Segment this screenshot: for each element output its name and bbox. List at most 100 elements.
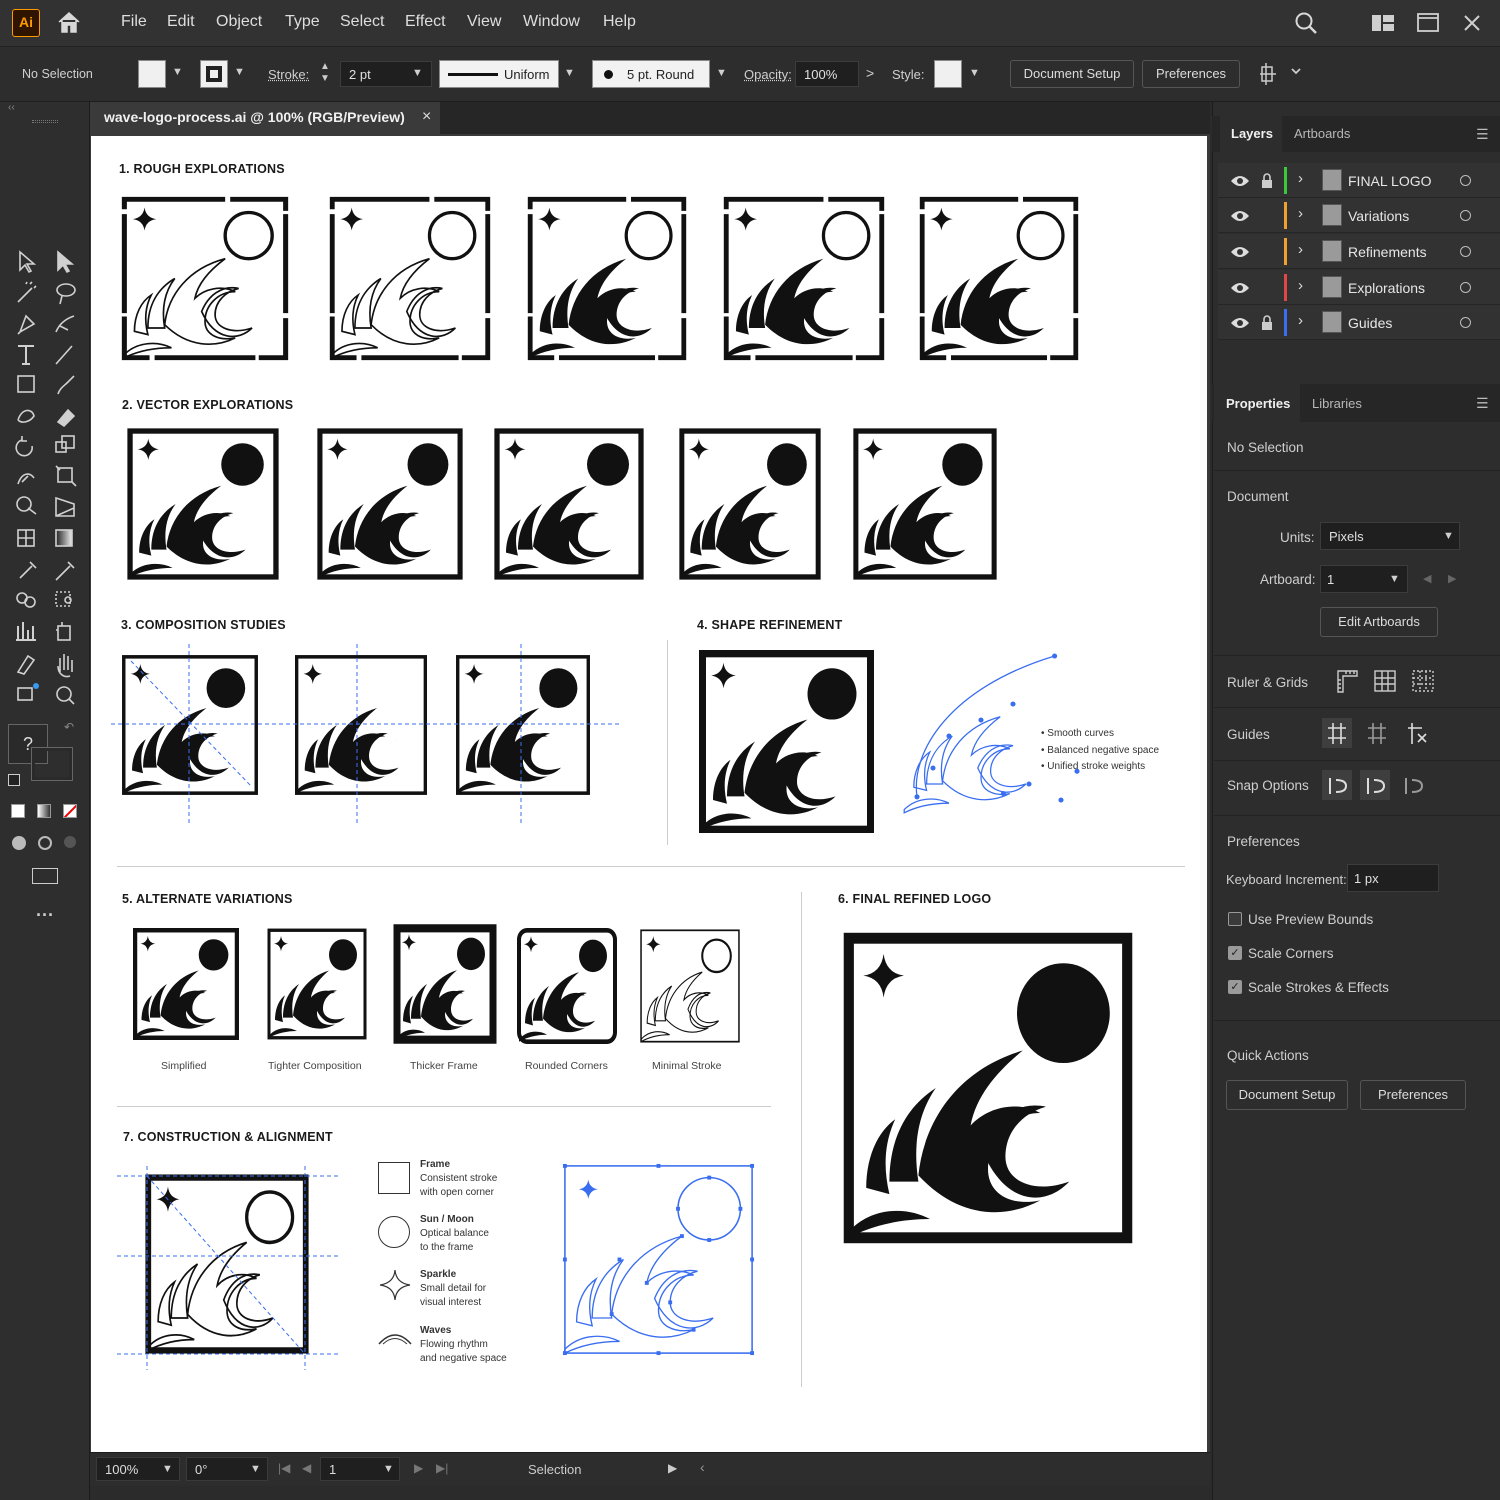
menu-effect[interactable]: Effect <box>405 13 446 31</box>
draw-normal-icon[interactable] <box>12 836 26 850</box>
stroke-stepper-icon[interactable]: ▲ ▼ <box>320 61 330 85</box>
close-icon[interactable] <box>1463 14 1481 35</box>
brush-definition-dropdown[interactable]: 5 pt. Round <box>592 60 710 88</box>
eye-icon[interactable] <box>1230 209 1250 223</box>
status-play-icon[interactable]: ▶ <box>668 1461 677 1475</box>
panel-menu-icon[interactable]: ☰ <box>1476 126 1489 143</box>
tab-properties[interactable]: Properties <box>1226 396 1290 411</box>
artboard-chevron-icon[interactable]: ▼ <box>383 1463 394 1475</box>
edit-artboards-button[interactable]: Edit Artboards <box>1320 607 1438 637</box>
menu-edit[interactable]: Edit <box>167 13 195 31</box>
window-icon[interactable] <box>1417 13 1439 36</box>
layer-row-explorations[interactable]: › Explorations <box>1218 270 1500 305</box>
zoom-chevron-icon[interactable]: ▼ <box>162 1463 173 1475</box>
scale-corners-checkbox[interactable]: ✓ <box>1228 946 1242 960</box>
quick-preferences-button[interactable]: Preferences <box>1360 1080 1466 1110</box>
target-circle-icon[interactable] <box>1460 282 1471 293</box>
scale-strokes-checkbox[interactable]: ✓ <box>1228 980 1242 994</box>
stroke-weight-chevron-icon[interactable]: ▼ <box>412 67 423 79</box>
arrange-documents-icon[interactable] <box>1371 14 1395 35</box>
next-artboard-icon[interactable]: ▶ <box>414 1461 423 1475</box>
units-dropdown[interactable]: Pixels ▼ <box>1320 522 1460 550</box>
menu-window[interactable]: Window <box>523 13 580 31</box>
opacity-label[interactable]: Opacity: <box>744 67 792 82</box>
layer-row-final-logo[interactable]: › FINAL LOGO <box>1218 163 1500 198</box>
expand-chevron-icon[interactable]: › <box>1298 205 1303 222</box>
expand-chevron-icon[interactable]: › <box>1298 170 1303 187</box>
home-icon[interactable] <box>56 10 82 37</box>
default-colors-icon[interactable] <box>8 774 20 786</box>
target-circle-icon[interactable] <box>1460 317 1471 328</box>
style-swatch[interactable] <box>934 60 962 88</box>
guides-icons[interactable] <box>1322 718 1432 750</box>
target-circle-icon[interactable] <box>1460 246 1471 257</box>
document-setup-button[interactable]: Document Setup <box>1010 60 1134 88</box>
use-preview-bounds-checkbox[interactable] <box>1228 912 1242 926</box>
previous-artboard-icon[interactable]: ◀ <box>1423 572 1431 585</box>
status-collapse-icon[interactable]: ‹ <box>700 1459 705 1475</box>
menu-view[interactable]: View <box>467 13 501 31</box>
artboard[interactable]: 1. ROUGH EXPLORATIONS 2. VECTOR EXPLORAT… <box>91 136 1207 1452</box>
eye-icon[interactable] <box>1230 281 1250 295</box>
menu-object[interactable]: Object <box>216 13 262 31</box>
eye-icon[interactable] <box>1230 316 1250 330</box>
last-artboard-icon[interactable]: ▶| <box>436 1461 448 1475</box>
layer-row-refinements[interactable]: › Refinements <box>1218 234 1500 269</box>
eye-icon[interactable] <box>1230 245 1250 259</box>
expand-chevron-icon[interactable]: › <box>1298 241 1303 258</box>
tab-layers[interactable]: Layers <box>1231 126 1273 141</box>
tab-artboards[interactable]: Artboards <box>1294 126 1350 141</box>
keyboard-increment-field[interactable]: 1 px <box>1347 864 1439 892</box>
fill-dropdown-chevron-icon[interactable]: ▼ <box>172 66 183 78</box>
opacity-field[interactable]: 100% <box>795 61 859 87</box>
color-mode-icon[interactable] <box>11 804 25 818</box>
screen-mode-icon[interactable] <box>32 868 58 884</box>
stroke-label[interactable]: Stroke: <box>268 67 309 82</box>
quick-document-setup-button[interactable]: Document Setup <box>1226 1080 1348 1110</box>
ruler-grid-icons[interactable] <box>1335 668 1435 696</box>
menu-help[interactable]: Help <box>603 13 636 31</box>
first-artboard-icon[interactable]: |◀ <box>278 1461 290 1475</box>
stroke-profile-dropdown[interactable]: Uniform <box>439 60 559 88</box>
rotation-chevron-icon[interactable]: ▼ <box>250 1463 261 1475</box>
brush-chevron-icon[interactable]: ▼ <box>716 67 727 79</box>
artboard-select[interactable]: 1 ▼ <box>1320 565 1408 593</box>
expand-chevron-icon[interactable]: › <box>1298 277 1303 294</box>
next-artboard-icon[interactable]: ▶ <box>1448 572 1456 585</box>
lock-icon[interactable] <box>1260 315 1274 331</box>
stroke-swatch[interactable] <box>200 60 228 88</box>
menu-file[interactable]: File <box>121 13 147 31</box>
sun-circle <box>807 668 857 720</box>
target-circle-icon[interactable] <box>1460 210 1471 221</box>
swap-icon[interactable]: ↶ <box>64 720 74 734</box>
more-tools-icon[interactable]: ··· <box>36 905 54 926</box>
align-options-icon[interactable] <box>1260 63 1301 88</box>
preferences-button[interactable]: Preferences <box>1142 60 1240 88</box>
opacity-arrow-icon[interactable]: > <box>866 65 874 81</box>
lock-icon[interactable] <box>1260 173 1274 189</box>
draw-inside-icon[interactable] <box>64 836 76 848</box>
expand-chevron-icon[interactable]: › <box>1298 312 1303 329</box>
gradient-mode-icon[interactable] <box>37 804 51 818</box>
none-mode-icon[interactable] <box>63 804 77 818</box>
layer-row-guides[interactable]: › Guides <box>1218 305 1500 340</box>
previous-artboard-icon[interactable]: ◀ <box>302 1461 311 1475</box>
panel-collapse-icon[interactable]: ‹‹ <box>8 102 15 113</box>
stroke-dropdown-chevron-icon[interactable]: ▼ <box>234 66 245 78</box>
snap-icons[interactable] <box>1322 770 1432 802</box>
layer-row-variations[interactable]: › Variations <box>1218 198 1500 233</box>
stroke-profile-chevron-icon[interactable]: ▼ <box>564 67 575 79</box>
fill-swatch[interactable] <box>138 60 166 88</box>
document-tab[interactable]: wave-logo-process.ai @ 100% (RGB/Preview… <box>90 102 440 134</box>
tab-libraries[interactable]: Libraries <box>1312 396 1362 411</box>
search-icon[interactable] <box>1294 11 1318 38</box>
eye-icon[interactable] <box>1230 174 1250 188</box>
panel-menu-icon[interactable]: ☰ <box>1476 395 1489 412</box>
stroke-indicator[interactable] <box>31 747 73 781</box>
menu-type[interactable]: Type <box>285 13 320 31</box>
close-tab-icon[interactable]: × <box>422 108 431 126</box>
style-chevron-icon[interactable]: ▼ <box>969 67 980 79</box>
menu-select[interactable]: Select <box>340 13 384 31</box>
target-circle-icon[interactable] <box>1460 175 1471 186</box>
draw-behind-icon[interactable] <box>38 836 52 850</box>
